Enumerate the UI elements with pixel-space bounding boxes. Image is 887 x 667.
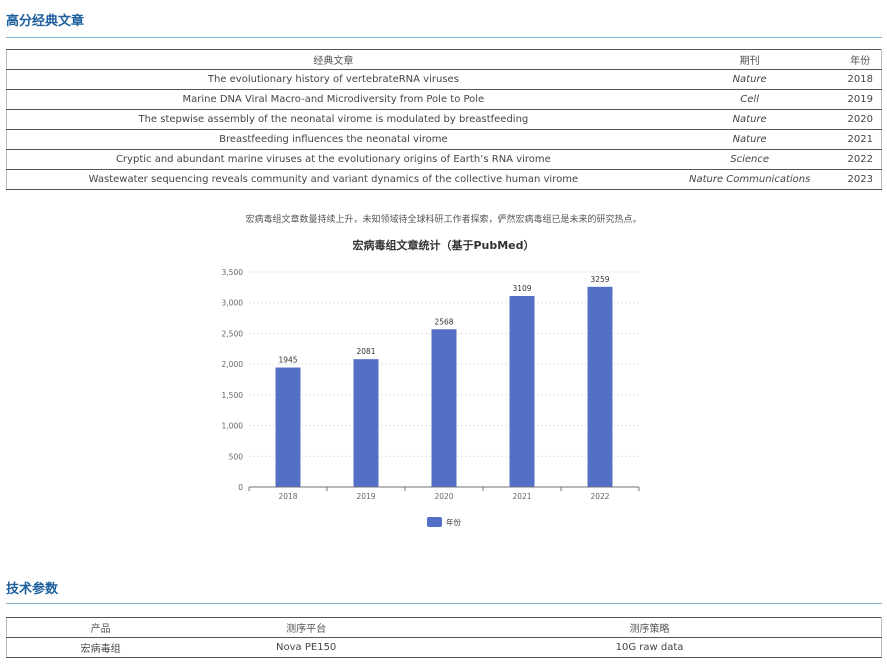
header-product: 产品	[6, 617, 195, 638]
header-platform: 测序平台	[194, 617, 419, 638]
legend-label: 年份	[446, 517, 461, 527]
y-tick-label: 0	[238, 483, 243, 492]
chart-y-axis: 0 500 1,000 1,500 2,000 2,500 3,000 3,500	[222, 268, 244, 492]
x-tick-label: 2018	[278, 492, 297, 501]
y-tick-label: 3,000	[222, 299, 244, 308]
platform-cell: Nova PE150	[194, 637, 419, 658]
x-tick-label: 2021	[512, 492, 531, 501]
data-label: 2081	[356, 347, 375, 356]
section-title-tech: 技术参数	[6, 582, 59, 597]
chart-legend: 年份	[427, 517, 461, 527]
page: 高分经典文章 经典文章 期刊 年份 The evolutionary histo…	[0, 0, 887, 667]
data-label: 1945	[278, 356, 297, 365]
y-tick-label: 500	[229, 452, 244, 461]
y-tick-label: 1,000	[222, 422, 244, 431]
data-label: 2568	[434, 317, 453, 326]
legend-swatch	[427, 517, 442, 527]
strategy-cell: 10G raw data	[418, 637, 883, 658]
x-tick-label: 2022	[590, 492, 609, 501]
bar	[587, 286, 613, 487]
bar-chart: 0 500 1,000 1,500 2,000 2,500 3,000 3,500 1945 2…	[222, 268, 640, 527]
chart-x-axis: 2018 2019 2020 2021 2022	[248, 486, 640, 501]
chart-bars: 1945 2081 2568 3109 3259	[275, 275, 613, 487]
bar	[353, 359, 379, 487]
y-tick-label: 3,500	[222, 268, 244, 277]
header-strategy: 测序策略	[418, 617, 883, 638]
y-tick-label: 2,500	[222, 329, 244, 338]
x-tick-label: 2020	[434, 492, 453, 501]
table-row: 宏病毒组 Nova PE150 10G raw data	[6, 637, 883, 658]
x-tick-label: 2019	[356, 492, 375, 501]
bar	[431, 329, 457, 487]
bar	[509, 296, 535, 487]
bar	[275, 367, 301, 487]
tech-params-table: 产品 测序平台 测序策略 宏病毒组 Nova PE150 10G raw dat…	[6, 617, 883, 658]
data-label: 3259	[590, 275, 609, 284]
table-header-row: 产品 测序平台 测序策略	[6, 617, 883, 638]
data-label: 3109	[512, 284, 531, 293]
y-tick-label: 1,500	[222, 391, 244, 400]
product-cell: 宏病毒组	[6, 637, 195, 658]
y-tick-label: 2,000	[222, 360, 244, 369]
section-divider	[6, 603, 882, 604]
